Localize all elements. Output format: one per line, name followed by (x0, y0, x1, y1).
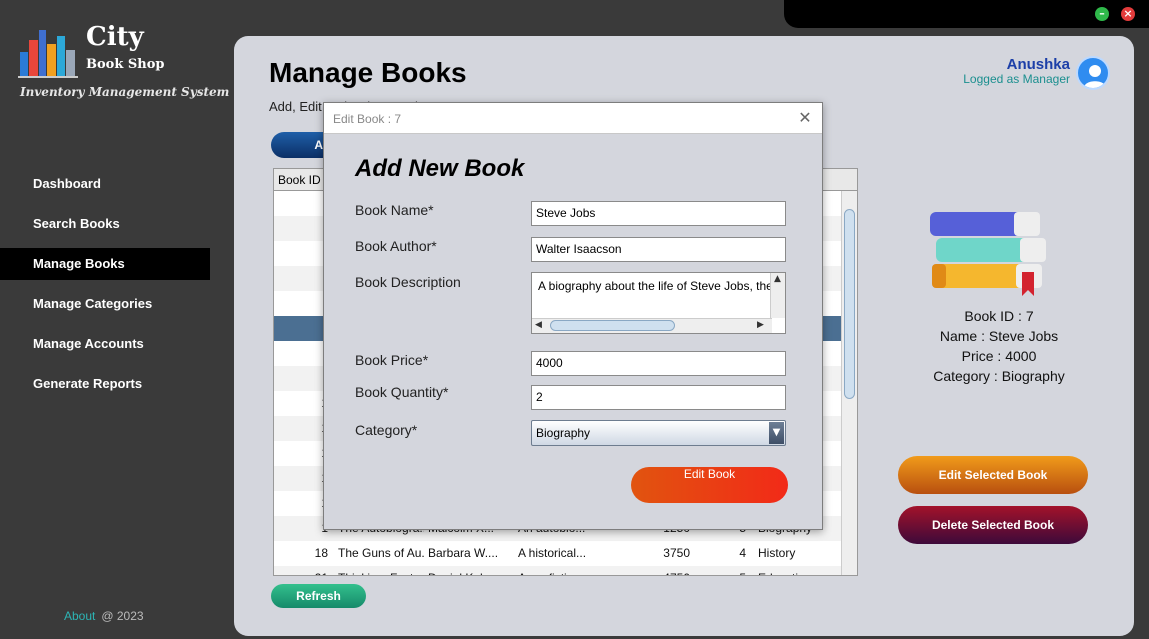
selected-book-name: Name : Steve Jobs (939, 328, 1059, 344)
book-quantity-label: Book Quantity* (355, 384, 449, 400)
edit-book-dialog: Edit Book : 7 ✕ Add New Book Book Name* … (323, 102, 823, 530)
refresh-button[interactable]: Refresh (271, 584, 366, 608)
footer: About @ 2023 (64, 609, 144, 623)
description-scroll-thumb[interactable] (550, 320, 675, 331)
sidebar-item-manage-accounts[interactable]: Manage Accounts (0, 328, 210, 360)
dialog-titlebar: Edit Book : 7 ✕ (324, 103, 822, 134)
selected-book-id: Book ID : 7 (964, 308, 1034, 324)
about-link[interactable]: About (64, 609, 95, 623)
selected-book-price: Price : 4000 (961, 348, 1037, 364)
selected-book-info: Book ID : 7 Name : Steve Jobs Price : 40… (894, 306, 1104, 386)
table-cell-qty: 5 (704, 566, 754, 575)
table-row[interactable]: 21Thinking, Fast...Daniel Kah...A nonfic… (274, 566, 857, 575)
scrollbar-thumb[interactable] (844, 209, 855, 399)
category-select-value: Biography (536, 426, 591, 440)
table-cell-price: 3750 (663, 546, 690, 560)
sidebar-item-manage-books[interactable]: Manage Books (0, 248, 210, 280)
book-description-label: Book Description (355, 274, 461, 290)
book-description-field[interactable]: A biography about the life of Steve Jobs… (531, 272, 786, 334)
scroll-up-icon[interactable]: ▲ (771, 273, 784, 286)
book-author-label: Book Author* (355, 238, 437, 254)
table-cell-name: Thinking, Fast... (334, 566, 424, 575)
dialog-heading: Add New Book (355, 155, 525, 182)
selected-book-category: Category : Biography (933, 368, 1065, 384)
sidebar-item-manage-categories[interactable]: Manage Categories (0, 288, 210, 320)
user-name: Anushka (1006, 56, 1070, 73)
brand-title: City (86, 22, 144, 52)
table-cell-name: The Guns of Au... (338, 546, 424, 560)
edit-book-button[interactable]: Edit Book (631, 467, 788, 503)
dialog-window-title: Edit Book : 7 (333, 112, 402, 126)
table-cell-id: 18 (314, 546, 328, 560)
table-cell-cat: Education (754, 566, 834, 575)
avatar[interactable] (1076, 56, 1110, 90)
sidebar-item-search-books[interactable]: Search Books (0, 208, 210, 240)
chevron-down-icon[interactable]: ▼ (769, 422, 784, 444)
edit-selected-book-button[interactable]: Edit Selected Book (898, 456, 1088, 494)
window-control-bar: – × (784, 0, 1149, 28)
book-description-text: A biography about the life of Steve Jobs… (538, 279, 772, 293)
category-label: Category* (355, 422, 418, 438)
book-name-field[interactable]: Steve Jobs (531, 201, 786, 226)
book-price-label: Book Price* (355, 352, 429, 368)
scroll-left-icon[interactable]: ◀ (532, 319, 545, 332)
user-icon (1084, 65, 1106, 88)
page-title: Manage Books (269, 57, 467, 88)
book-name-label: Book Name* (355, 202, 434, 218)
close-icon[interactable]: × (1121, 7, 1135, 21)
scroll-right-icon[interactable]: ▶ (754, 319, 767, 332)
description-vertical-scrollbar[interactable]: ▲ (770, 273, 785, 318)
book-author-field[interactable]: Walter Isaacson (531, 237, 786, 262)
category-select[interactable]: Biography ▼ (531, 420, 786, 446)
table-cell-author: Barbara W.... (428, 546, 499, 560)
sidebar-nav: Dashboard Search Books Manage Books Mana… (0, 168, 210, 408)
table-scrollbar[interactable] (841, 191, 857, 575)
table-row[interactable]: 18 The Guns of Au... Barbara W.... A histor… (274, 541, 857, 566)
dialog-close-icon[interactable]: ✕ (795, 108, 815, 128)
brand-subtitle: Book Shop (86, 57, 165, 72)
book-quantity-field[interactable]: 2 (531, 385, 786, 410)
column-header-book-id[interactable]: Book ID (274, 169, 324, 190)
table-cell-author: Daniel Kah... (424, 566, 514, 575)
delete-selected-book-button[interactable]: Delete Selected Book (898, 506, 1088, 544)
app-logo: City Book Shop (18, 22, 218, 82)
sidebar-item-generate-reports[interactable]: Generate Reports (0, 368, 210, 400)
table-cell-id: 21 (274, 566, 334, 575)
tagline: Inventory Management System (20, 85, 230, 99)
minimize-icon[interactable]: – (1095, 7, 1109, 21)
copyright-text: @ 2023 (101, 609, 144, 623)
user-role: Logged as Manager (963, 72, 1070, 86)
table-cell-desc: A nonfictio... (514, 566, 614, 575)
table-cell-qty: 4 (739, 546, 746, 560)
table-cell-cat: History (758, 546, 796, 560)
sidebar-item-dashboard[interactable]: Dashboard (0, 168, 210, 200)
table-cell-price: 4750 (614, 566, 704, 575)
description-horizontal-scrollbar[interactable]: ◀ ▶ (532, 318, 772, 333)
table-cell-desc: A historical... (518, 546, 587, 560)
book-price-field[interactable]: 4000 (531, 351, 786, 376)
books-stack-icon (930, 212, 1046, 296)
city-skyline-icon (18, 30, 78, 78)
